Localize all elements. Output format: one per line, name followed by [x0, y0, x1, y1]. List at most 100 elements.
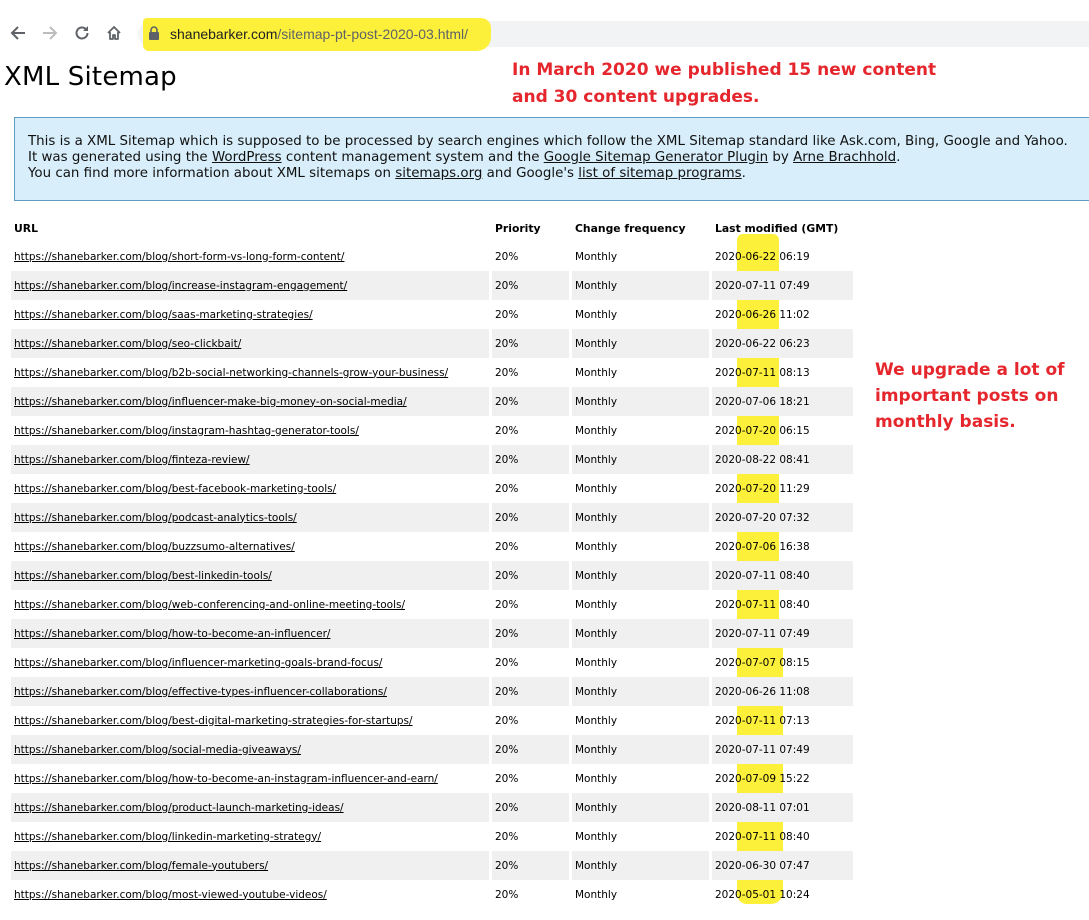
priority-cell: 20% — [495, 714, 519, 727]
header-last-modified[interactable]: Last modified (GMT) — [712, 214, 853, 242]
reload-button[interactable] — [71, 22, 93, 44]
post-url-link[interactable]: https://shanebarker.com/blog/product-lau… — [14, 802, 344, 814]
post-url-link[interactable]: https://shanebarker.com/blog/instagram-h… — [14, 425, 359, 437]
last-modified-cell: 2020-08-11 07:01 — [712, 793, 853, 822]
address-text[interactable]: shanebarker.com/sitemap-pt-post-2020-03.… — [170, 26, 468, 42]
post-url-link[interactable]: https://shanebarker.com/blog/how-to-beco… — [14, 773, 438, 785]
info-line-1: This is a XML Sitemap which is supposed … — [28, 134, 1068, 149]
table-row: https://shanebarker.com/blog/product-lau… — [11, 793, 853, 822]
header-priority[interactable]: Priority — [492, 214, 569, 242]
table-row: https://shanebarker.com/blog/social-medi… — [11, 735, 853, 764]
table-row: https://shanebarker.com/blog/how-to-beco… — [11, 764, 853, 793]
last-modified-cell: 2020-07-11 08:13 — [715, 366, 810, 379]
priority-cell: 20% — [492, 677, 569, 706]
priority-cell: 20% — [492, 271, 569, 300]
forward-button[interactable] — [39, 22, 61, 44]
sitemaps-org-link[interactable]: sitemaps.org — [395, 166, 482, 181]
table-row: https://shanebarker.com/blog/best-digita… — [11, 706, 853, 735]
priority-cell: 20% — [492, 329, 569, 358]
post-url-link[interactable]: https://shanebarker.com/blog/best-digita… — [14, 715, 413, 727]
last-modified-cell: 2020-07-20 06:15 — [715, 424, 810, 437]
annotation-side: We upgrade a lot of important posts on m… — [875, 357, 1065, 435]
header-url[interactable]: URL — [11, 214, 489, 242]
last-modified-cell: 2020-06-26 11:08 — [712, 677, 853, 706]
annotation-side-line2: important posts on — [875, 386, 1059, 406]
url-cell: https://shanebarker.com/blog/seo-clickba… — [11, 329, 489, 358]
post-url-link[interactable]: https://shanebarker.com/blog/buzzsumo-al… — [14, 541, 295, 553]
url-cell: https://shanebarker.com/blog/most-viewed… — [11, 880, 489, 909]
wordpress-link[interactable]: WordPress — [212, 150, 282, 165]
table-row: https://shanebarker.com/blog/influencer-… — [11, 648, 853, 677]
change-frequency-cell: Monthly — [575, 888, 618, 901]
post-url-link[interactable]: https://shanebarker.com/blog/saas-market… — [14, 309, 313, 321]
post-url-link[interactable]: https://shanebarker.com/blog/seo-clickba… — [14, 338, 241, 350]
back-arrow-icon — [10, 26, 25, 40]
sitemap-table: URL Priority Change frequency Last modif… — [8, 214, 856, 909]
priority-cell: 20% — [492, 503, 569, 532]
change-frequency-cell: Monthly — [575, 830, 618, 843]
priority-cell: 20% — [495, 424, 519, 437]
lock-icon — [149, 26, 159, 40]
post-url-link[interactable]: https://shanebarker.com/blog/female-yout… — [14, 860, 268, 872]
change-frequency-cell: Monthly — [572, 677, 709, 706]
table-row: https://shanebarker.com/blog/instagram-h… — [11, 416, 853, 445]
last-modified-cell: 2020-07-11 07:49 — [712, 619, 853, 648]
post-url-link[interactable]: https://shanebarker.com/blog/influencer-… — [14, 657, 382, 669]
google-sitemap-generator-link[interactable]: Google Sitemap Generator Plugin — [544, 150, 768, 165]
priority-cell: 20% — [495, 540, 519, 553]
post-url-link[interactable]: https://shanebarker.com/blog/best-linked… — [14, 570, 272, 582]
table-row: https://shanebarker.com/blog/effective-t… — [11, 677, 853, 706]
url-cell: https://shanebarker.com/blog/instagram-h… — [11, 416, 489, 445]
priority-cell: 20% — [492, 793, 569, 822]
last-modified-cell: 2020-07-06 16:38 — [715, 540, 810, 553]
url-cell: https://shanebarker.com/blog/podcast-ana… — [11, 503, 489, 532]
last-modified-cell: 2020-05-01 10:24 — [715, 888, 810, 901]
change-frequency-cell: Monthly — [572, 619, 709, 648]
post-url-link[interactable]: https://shanebarker.com/blog/finteza-rev… — [14, 454, 250, 466]
post-url-link[interactable]: https://shanebarker.com/blog/increase-in… — [14, 280, 347, 292]
last-modified-cell: 2020-07-11 08:40 — [715, 830, 810, 843]
table-row: https://shanebarker.com/blog/seo-clickba… — [11, 329, 853, 358]
post-url-link[interactable]: https://shanebarker.com/blog/short-form-… — [14, 251, 344, 263]
last-modified-cell: 2020-07-06 18:21 — [712, 387, 853, 416]
priority-cell: 20% — [492, 619, 569, 648]
priority-cell: 20% — [492, 851, 569, 880]
change-frequency-cell: Monthly — [575, 366, 618, 379]
url-cell: https://shanebarker.com/blog/short-form-… — [11, 242, 489, 271]
last-modified-cell: 2020-07-11 07:49 — [712, 735, 853, 764]
back-button[interactable] — [7, 22, 29, 44]
table-row: https://shanebarker.com/blog/female-yout… — [11, 851, 853, 880]
info-line-3: You can find more information about XML … — [28, 166, 1089, 182]
post-url-link[interactable]: https://shanebarker.com/blog/web-confere… — [14, 599, 405, 611]
last-modified-cell: 2020-07-11 07:49 — [712, 271, 853, 300]
sitemap-programs-link[interactable]: list of sitemap programs — [578, 166, 741, 181]
priority-cell: 20% — [495, 888, 519, 901]
post-url-link[interactable]: https://shanebarker.com/blog/effective-t… — [14, 686, 387, 698]
post-url-link[interactable]: https://shanebarker.com/blog/linkedin-ma… — [14, 831, 321, 843]
info-text: by — [768, 150, 794, 165]
last-modified-cell: 2020-06-30 07:47 — [712, 851, 853, 880]
table-row: https://shanebarker.com/blog/best-linked… — [11, 561, 853, 590]
info-text: and Google's — [482, 166, 579, 181]
post-url-link[interactable]: https://shanebarker.com/blog/b2b-social-… — [14, 367, 448, 379]
post-url-link[interactable]: https://shanebarker.com/blog/most-viewed… — [14, 889, 327, 901]
url-cell: https://shanebarker.com/blog/best-facebo… — [11, 474, 489, 503]
table-row: https://shanebarker.com/blog/buzzsumo-al… — [11, 532, 853, 561]
header-change-frequency[interactable]: Change frequency — [572, 214, 709, 242]
annotation-top: In March 2020 we published 15 new conten… — [512, 57, 936, 111]
change-frequency-cell: Monthly — [575, 540, 618, 553]
post-url-link[interactable]: https://shanebarker.com/blog/social-medi… — [14, 744, 301, 756]
arne-brachhold-link[interactable]: Arne Brachhold — [793, 150, 896, 165]
post-url-link[interactable]: https://shanebarker.com/blog/best-facebo… — [14, 483, 336, 495]
url-cell: https://shanebarker.com/blog/finteza-rev… — [11, 445, 489, 474]
post-url-link[interactable]: https://shanebarker.com/blog/how-to-beco… — [14, 628, 330, 640]
post-url-link[interactable]: https://shanebarker.com/blog/podcast-ana… — [14, 512, 297, 524]
change-frequency-cell: Monthly — [572, 851, 709, 880]
post-url-link[interactable]: https://shanebarker.com/blog/influencer-… — [14, 396, 407, 408]
table-row: https://shanebarker.com/blog/increase-in… — [11, 271, 853, 300]
home-icon — [107, 26, 121, 40]
home-button[interactable] — [103, 22, 125, 44]
last-modified-cell: 2020-06-22 06:23 — [712, 329, 853, 358]
priority-cell: 20% — [495, 598, 519, 611]
change-frequency-cell: Monthly — [572, 387, 709, 416]
